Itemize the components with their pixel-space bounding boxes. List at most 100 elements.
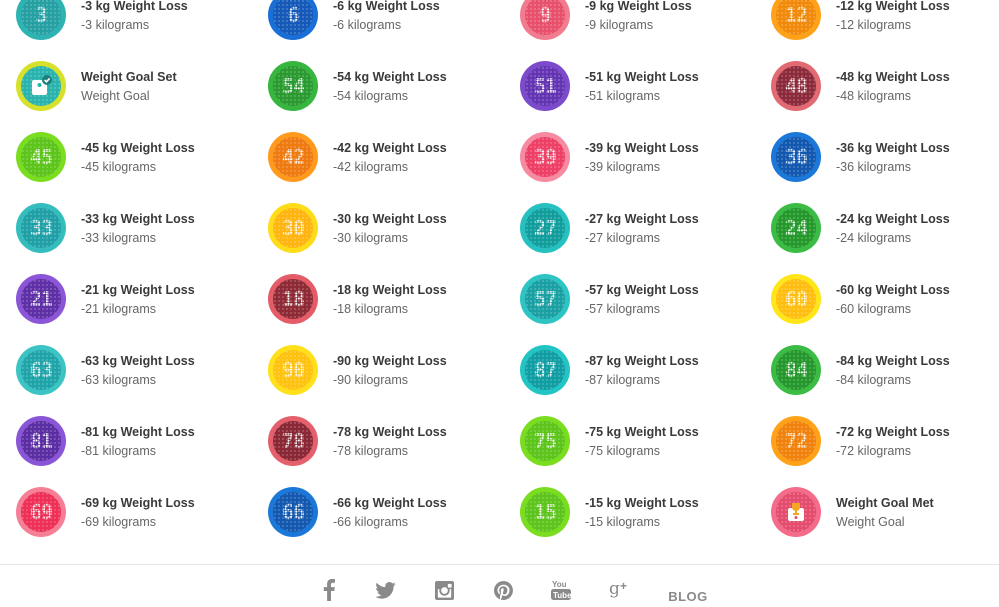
badge-subtitle: -21 kilograms	[81, 302, 157, 316]
badge-item[interactable]: 60 -60 kg Weight Loss -60 kilograms	[755, 271, 995, 327]
badge-subtitle: -15 kilograms	[585, 515, 661, 529]
badge-item[interactable]: 12 -12 kg Weight Loss -12 kilograms	[755, 0, 995, 43]
badge-item[interactable]: 63 -63 kg Weight Loss -63 kilograms	[0, 342, 240, 398]
medal-face: 18	[273, 279, 313, 319]
svg-text:You: You	[552, 580, 567, 589]
badge-title: -60 kg Weight Loss	[836, 283, 950, 297]
medal-icon: 39	[520, 132, 570, 182]
badge-title: -87 kg Weight Loss	[585, 354, 699, 368]
medal-face: 24	[776, 208, 816, 248]
medal-face	[776, 492, 816, 532]
badge-item[interactable]: 33 -33 kg Weight Loss -33 kilograms	[0, 200, 240, 256]
facebook-icon[interactable]	[319, 579, 339, 601]
badge-item[interactable]: 18 -18 kg Weight Loss -18 kilograms	[252, 271, 492, 327]
badge-item[interactable]: 27 -27 kg Weight Loss -27 kilograms	[504, 200, 744, 256]
badge-subtitle: -27 kilograms	[585, 231, 661, 245]
badge-subtitle: -69 kilograms	[81, 515, 157, 529]
medal-number: 36	[784, 145, 808, 169]
badge-item[interactable]: 90 -90 kg Weight Loss -90 kilograms	[252, 342, 492, 398]
medal-face: 57	[525, 279, 565, 319]
badge-item[interactable]: 30 -30 kg Weight Loss -30 kilograms	[252, 200, 492, 256]
badge-item[interactable]: 39 -39 kg Weight Loss -39 kilograms	[504, 129, 744, 185]
badge-item[interactable]: 51 -51 kg Weight Loss -51 kilograms	[504, 58, 744, 114]
badge-item[interactable]: 78 -78 kg Weight Loss -78 kilograms	[252, 413, 492, 469]
badge-text: -33 kg Weight Loss -33 kilograms	[81, 212, 195, 245]
badge-text: -75 kg Weight Loss -75 kilograms	[585, 425, 699, 458]
medal-face: 54	[273, 66, 313, 106]
badge-item[interactable]: 57 -57 kg Weight Loss -57 kilograms	[504, 271, 744, 327]
medal-number: 21	[29, 287, 53, 311]
badge-text: -60 kg Weight Loss -60 kilograms	[836, 283, 950, 316]
pinterest-icon[interactable]	[492, 579, 514, 601]
badge-text: Weight Goal Met Weight Goal	[836, 496, 934, 529]
badge-item[interactable]: Weight Goal Met Weight Goal	[755, 484, 995, 540]
badge-title: Weight Goal Met	[836, 496, 934, 510]
badge-subtitle: -36 kilograms	[836, 160, 912, 174]
badge-item[interactable]: 48 -48 kg Weight Loss -48 kilograms	[755, 58, 995, 114]
badge-item[interactable]: 9 -9 kg Weight Loss -9 kilograms	[504, 0, 744, 43]
badge-item[interactable]: 81 -81 kg Weight Loss -81 kilograms	[0, 413, 240, 469]
medal-icon: 15	[520, 487, 570, 537]
medal-number: 84	[784, 358, 808, 382]
medal-number: 51	[533, 74, 557, 98]
badge-item[interactable]: 54 -54 kg Weight Loss -54 kilograms	[252, 58, 492, 114]
badge-subtitle: -42 kilograms	[333, 160, 409, 174]
badge-title: -69 kg Weight Loss	[81, 496, 195, 510]
badge-subtitle: -33 kilograms	[81, 231, 157, 245]
medal-number: 12	[784, 3, 808, 27]
badge-item[interactable]: 45 -45 kg Weight Loss -45 kilograms	[0, 129, 240, 185]
badge-text: -45 kg Weight Loss -45 kilograms	[81, 141, 195, 174]
medal-number: 63	[29, 358, 53, 382]
medal-icon: 63	[16, 345, 66, 395]
badge-title: -42 kg Weight Loss	[333, 141, 447, 155]
badge-item[interactable]: 24 -24 kg Weight Loss -24 kilograms	[755, 200, 995, 256]
youtube-icon[interactable]: You Tube	[550, 579, 572, 601]
badge-subtitle: Weight Goal	[81, 89, 150, 103]
badge-text: -72 kg Weight Loss -72 kilograms	[836, 425, 950, 458]
badge-subtitle: Weight Goal	[836, 515, 905, 529]
badge-text: -66 kg Weight Loss -66 kilograms	[333, 496, 447, 529]
badge-subtitle: -9 kilograms	[585, 18, 654, 32]
badge-text: -21 kg Weight Loss -21 kilograms	[81, 283, 195, 316]
badge-text: -6 kg Weight Loss -6 kilograms	[333, 0, 440, 32]
medal-icon: 57	[520, 274, 570, 324]
medal-icon: 90	[268, 345, 318, 395]
badge-title: -27 kg Weight Loss	[585, 212, 699, 226]
badge-row: 33 -33 kg Weight Loss -33 kilograms 30 -30 k…	[0, 200, 999, 271]
google-plus-icon[interactable]: g +	[608, 579, 632, 601]
medal-icon: 6	[268, 0, 318, 40]
badge-item[interactable]: 72 -72 kg Weight Loss -72 kilograms	[755, 413, 995, 469]
medal-icon: 48	[771, 61, 821, 111]
badge-item[interactable]: 6 -6 kg Weight Loss -6 kilograms	[252, 0, 492, 43]
medal-icon: 75	[520, 416, 570, 466]
medal-face: 27	[525, 208, 565, 248]
blog-link[interactable]: BLOG	[668, 585, 708, 607]
badge-item[interactable]: 66 -66 kg Weight Loss -66 kilograms	[252, 484, 492, 540]
medal-face: 78	[273, 421, 313, 461]
medal-face: 69	[21, 492, 61, 532]
medal-number: 24	[784, 216, 808, 240]
badge-subtitle: -18 kilograms	[333, 302, 409, 316]
twitter-icon[interactable]	[374, 579, 396, 601]
badge-item[interactable]: 87 -87 kg Weight Loss -87 kilograms	[504, 342, 744, 398]
medal-face: 81	[21, 421, 61, 461]
badge-item[interactable]: 75 -75 kg Weight Loss -75 kilograms	[504, 413, 744, 469]
medal-icon: 45	[16, 132, 66, 182]
medal-number: 3	[35, 3, 47, 27]
badge-item[interactable]: 15 -15 kg Weight Loss -15 kilograms	[504, 484, 744, 540]
badge-item[interactable]: 69 -69 kg Weight Loss -69 kilograms	[0, 484, 240, 540]
badge-item[interactable]: 84 -84 kg Weight Loss -84 kilograms	[755, 342, 995, 398]
badge-item[interactable]: 3 -3 kg Weight Loss -3 kilograms	[0, 0, 240, 43]
medal-icon: 66	[268, 487, 318, 537]
badge-item[interactable]: 36 -36 kg Weight Loss -36 kilograms	[755, 129, 995, 185]
badge-text: -39 kg Weight Loss -39 kilograms	[585, 141, 699, 174]
badge-item[interactable]: 42 -42 kg Weight Loss -42 kilograms	[252, 129, 492, 185]
badge-title: -9 kg Weight Loss	[585, 0, 692, 13]
medal-face: 87	[525, 350, 565, 390]
badge-item[interactable]: Weight Goal Set Weight Goal	[0, 58, 240, 114]
badge-title: -48 kg Weight Loss	[836, 70, 950, 84]
badge-item[interactable]: 21 -21 kg Weight Loss -21 kilograms	[0, 271, 240, 327]
medal-number: 33	[29, 216, 53, 240]
instagram-icon[interactable]	[433, 579, 455, 601]
badge-title: -18 kg Weight Loss	[333, 283, 447, 297]
